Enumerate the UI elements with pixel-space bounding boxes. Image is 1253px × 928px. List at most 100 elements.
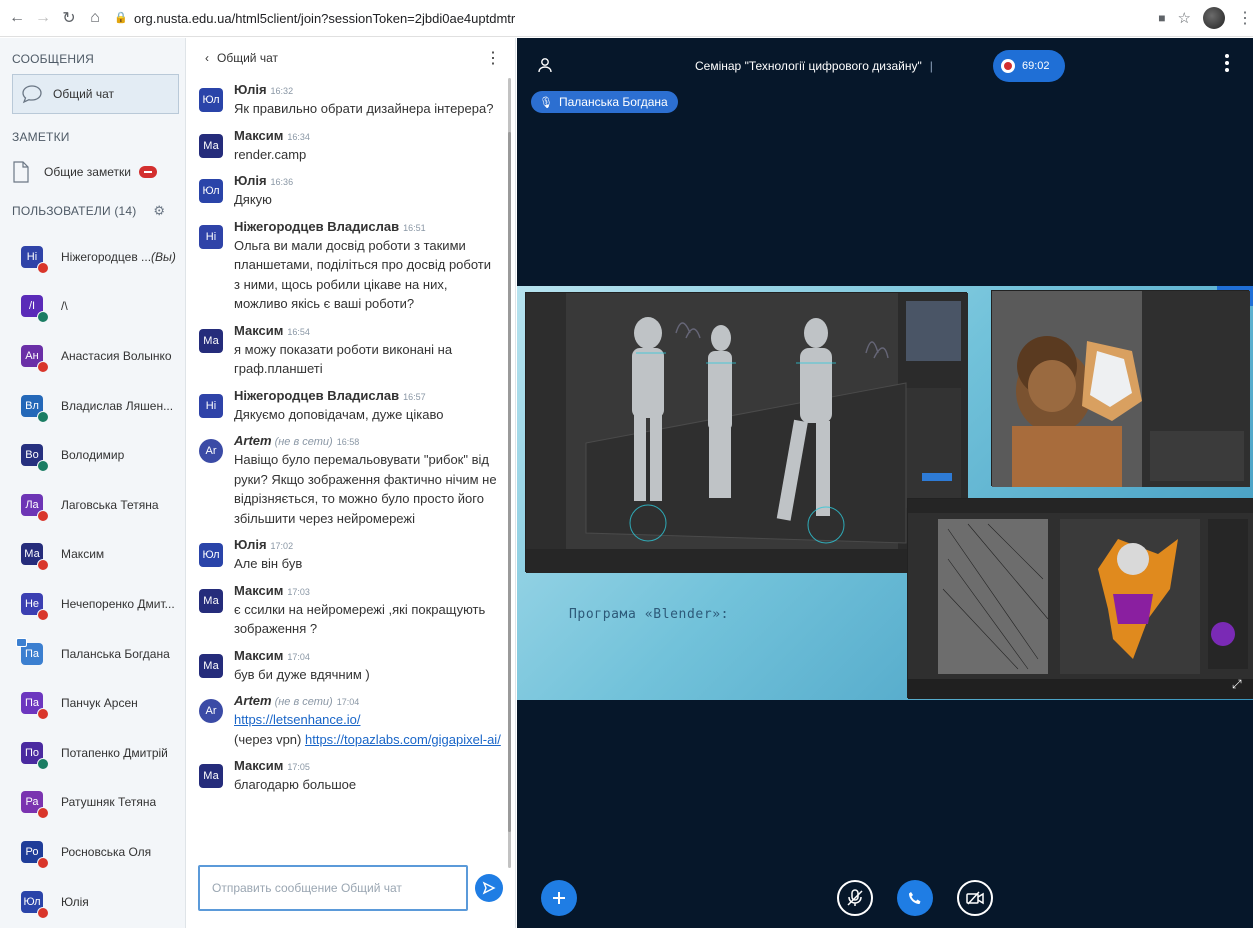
user-list: Ні Ніжегородцев ...(Вы) /I /\ Ан Анастасия Во… — [0, 232, 185, 926]
leave-audio-button[interactable] — [897, 880, 933, 916]
settings-gear-icon[interactable]: ⚙ — [153, 203, 165, 219]
user-name: Росновська Оля — [61, 844, 152, 859]
recording-indicator[interactable]: 69:02 — [993, 50, 1065, 82]
back-icon[interactable]: ← — [6, 7, 28, 29]
message-sender: Юлія — [234, 173, 267, 188]
slide-caption: Програма «Blender»: — [569, 607, 730, 622]
message-text: збільшити через нейромережі — [234, 510, 415, 526]
chat-scrollbar[interactable] — [508, 78, 511, 868]
chat-message: Ма Максим 17:04 був би дуже вдячним ) — [187, 648, 509, 685]
user-avatar: Ма — [21, 543, 49, 572]
user-initials: По — [24, 746, 40, 759]
muted-mic-icon — [37, 708, 49, 721]
unread-badge — [138, 166, 157, 178]
user-list-item[interactable]: По Потапенко Дмитрій — [0, 728, 185, 778]
user-initials: Ра — [25, 796, 39, 809]
bookmark-star-icon[interactable]: ☆ — [1178, 9, 1191, 27]
send-button[interactable] — [475, 874, 503, 902]
chat-back-button[interactable]: ‹ Общий чат — [205, 51, 278, 65]
camera-off-icon — [966, 891, 984, 905]
shared-notes-label: Общие заметки — [44, 165, 131, 179]
message-text: (через vpn) — [234, 731, 305, 747]
options-menu-icon[interactable] — [1225, 54, 1229, 72]
unmute-button[interactable] — [837, 880, 873, 916]
message-link[interactable]: https://topazlabs.com/gigapixel-ai/ — [305, 732, 501, 747]
message-avatar: Ма — [199, 588, 223, 613]
blender-texture-image: ⤢ — [907, 498, 1253, 699]
user-list-item[interactable]: Ан Анастасия Волынко — [0, 331, 185, 381]
users-section-header: ПОЛЬЗОВАТЕЛИ (14) ⚙ — [0, 198, 185, 224]
user-icon[interactable] — [537, 57, 553, 73]
actions-plus-button[interactable] — [541, 880, 577, 916]
share-webcam-button[interactable] — [957, 880, 993, 916]
user-list-sidebar: СООБЩЕНИЯ Общий чат ЗАМЕТКИ Общие заметк… — [0, 38, 186, 928]
user-initials: Ла — [25, 498, 39, 511]
headphones-icon — [37, 311, 49, 324]
user-avatar: Ла — [21, 493, 49, 522]
notes-section-title: ЗАМЕТКИ — [12, 130, 70, 144]
message-time: 16:54 — [287, 326, 310, 337]
message-sender: Юлія — [234, 537, 267, 552]
user-list-item[interactable]: Ні Ніжегородцев ...(Вы) — [0, 232, 185, 282]
home-icon[interactable]: ⌂ — [84, 7, 106, 29]
message-avatar: Юл — [199, 179, 223, 203]
message-text: планшетами, поділіться про досвід роботи — [234, 257, 492, 272]
fullscreen-icon[interactable]: ⤢ — [1232, 677, 1246, 691]
presentation-slide: — — [517, 286, 1253, 700]
address-bar[interactable]: 🔒 org.nusta.edu.ua/html5client/join?sess… — [114, 5, 1140, 31]
user-list-item[interactable]: Вл Владислав Ляшен... — [0, 381, 185, 431]
profile-avatar[interactable] — [1203, 7, 1225, 29]
chat-message: Ні Ніжегородцев Владислав 16:57 Дякуємо доп… — [187, 388, 509, 425]
chat-message: Ма Максим 17:03 є ссилки на нейромережі ,як… — [187, 583, 509, 639]
muted-mic-icon — [37, 261, 49, 274]
message-time: 16:57 — [403, 391, 426, 402]
user-list-item[interactable]: Ла Лаговська Тетяна — [0, 480, 185, 530]
message-sender: Artem — [234, 433, 272, 448]
user-avatar: Во — [21, 444, 49, 473]
chat-options-icon[interactable]: ⋮ — [485, 48, 501, 68]
user-list-item[interactable]: Ра Ратушняк Тетяна — [0, 778, 185, 828]
user-list-item[interactable]: Ма Максим — [0, 530, 185, 580]
presentation-area: Семінар "Технології цифрового дизайну" | … — [517, 38, 1253, 928]
chat-scrollbar-thumb[interactable] — [508, 132, 511, 832]
user-avatar: Ра — [21, 791, 49, 820]
user-list-item[interactable]: Па Панчук Арсен — [0, 678, 185, 728]
message-time: 16:34 — [287, 131, 310, 142]
user-list-item[interactable]: Во Володимир — [0, 430, 185, 480]
send-icon — [482, 881, 496, 895]
action-bar — [517, 880, 1253, 928]
microphone-icon: 🎙 — [539, 96, 553, 109]
user-avatar: /I — [21, 295, 49, 324]
chevron-left-icon: ‹ — [205, 51, 209, 65]
character-render-image — [991, 290, 1250, 487]
messages-section-title: СООБЩЕНИЯ — [12, 52, 94, 66]
forward-icon[interactable]: → — [32, 7, 54, 29]
message-avatar: Ar — [199, 439, 223, 463]
user-list-item[interactable]: Па Паланська Богдана — [0, 629, 185, 679]
user-name: Ратушняк Тетяна — [61, 795, 157, 810]
user-avatar: Ан — [21, 344, 49, 373]
camera-indicator-icon[interactable]: ■ — [1158, 11, 1165, 25]
meeting-topbar: Семінар "Технології цифрового дизайну" | … — [517, 38, 1253, 90]
plus-icon — [553, 892, 565, 904]
message-input[interactable]: Отправить сообщение Общий чат — [198, 865, 468, 911]
user-list-item[interactable]: /I /\ — [0, 282, 185, 332]
user-list-item[interactable]: Не Нечепоренко Дмит... — [0, 579, 185, 629]
message-sender: Максим — [234, 127, 284, 143]
user-initials: Ма — [24, 548, 40, 561]
message-link[interactable]: https://letsenhance.io/ — [234, 712, 360, 727]
reload-icon[interactable]: ↻ — [58, 7, 80, 29]
user-avatar: По — [21, 741, 49, 770]
shared-notes-item[interactable]: Общие заметки — [0, 152, 185, 192]
browser-menu-icon[interactable]: ⋮ — [1237, 8, 1253, 28]
message-sender: Максим — [234, 322, 284, 338]
user-list-item[interactable]: Ро Росновська Оля — [0, 827, 185, 877]
public-chat-item[interactable]: Общий чат — [12, 74, 179, 114]
user-name: Панчук Арсен — [61, 696, 138, 711]
message-text: благодарю большое — [234, 777, 357, 792]
message-avatar: Ма — [199, 764, 223, 788]
user-list-item[interactable]: Юл Юлія — [0, 877, 185, 927]
message-text: Як правильно обрати дизайнера інтерера? — [234, 101, 494, 116]
message-list[interactable]: Юл Юлія 16:32 Як правильно обрати дизайнера… — [187, 82, 509, 857]
user-name: /\ — [61, 299, 68, 314]
